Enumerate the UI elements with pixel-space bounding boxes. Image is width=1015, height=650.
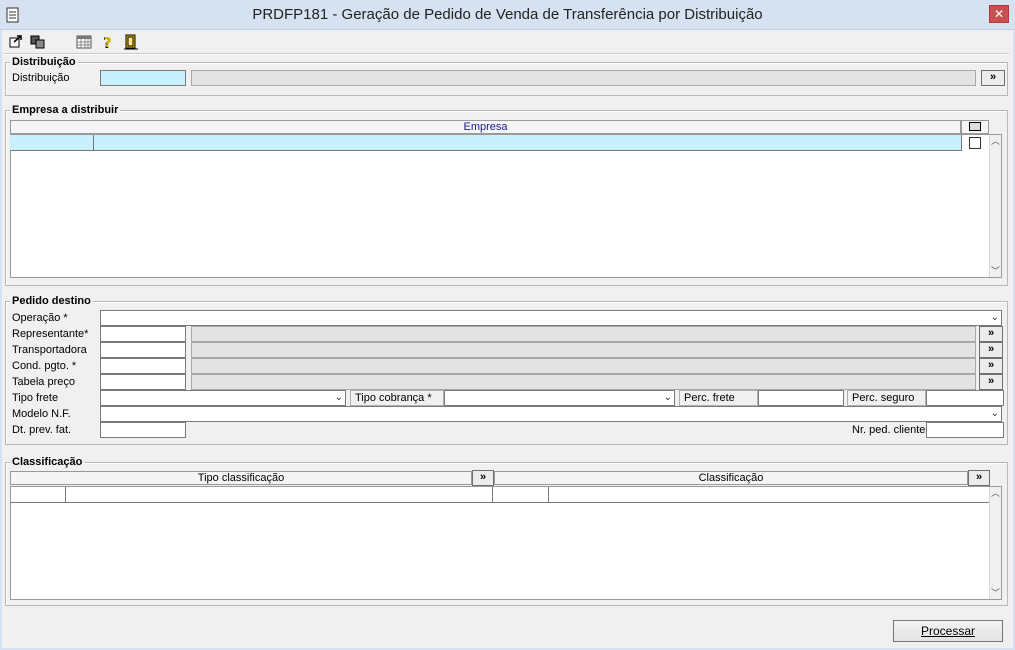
tabela-preco-description-field	[191, 374, 976, 390]
classificacao-desc-cell[interactable]	[549, 487, 990, 503]
help-icon[interactable]: ? ?	[100, 34, 116, 50]
copy-icon[interactable]	[30, 34, 46, 50]
tipo-frete-label: Tipo frete	[12, 392, 59, 404]
scroll-down-icon[interactable]: ﹀	[990, 587, 1001, 599]
distribuicao-code-input[interactable]	[100, 70, 186, 86]
perc-seguro-label: Perc. seguro	[847, 390, 926, 406]
classificacao-lookup-button[interactable]: »	[968, 470, 990, 486]
empresa-group-title: Empresa a distribuir	[10, 104, 121, 116]
cond-pgto-lookup-button[interactable]: »	[979, 358, 1003, 374]
chevron-down-icon[interactable]: ⌄	[991, 407, 999, 421]
close-button[interactable]: ✕	[989, 5, 1009, 23]
toolbar-separator	[4, 53, 1009, 55]
processar-button[interactable]: Processar	[893, 620, 1003, 642]
tipo-classificacao-lookup-button[interactable]: »	[472, 470, 494, 486]
transportadora-label: Transportadora	[12, 344, 87, 356]
processar-button-label: Processar	[920, 624, 976, 638]
chevron-down-icon[interactable]: ⌄	[991, 311, 999, 325]
classificacao-scrollbar[interactable]: ︿ ﹀	[989, 487, 1001, 599]
calendar-grid-icon[interactable]	[76, 34, 92, 50]
scroll-down-icon[interactable]: ﹀	[990, 265, 1001, 277]
classificacao-grid	[10, 486, 1002, 600]
modelo-nf-select[interactable]: ⌄	[100, 406, 1002, 422]
tipo-classificacao-column-header[interactable]: Tipo classificação	[10, 471, 472, 485]
empresa-grid	[10, 134, 1002, 278]
empresa-row-code-cell[interactable]	[10, 135, 94, 151]
tipo-frete-select[interactable]: ⌄	[100, 390, 346, 406]
perc-seguro-input[interactable]	[926, 390, 1004, 406]
tabela-preco-code-input[interactable]	[100, 374, 186, 390]
pedido-destino-group-title: Pedido destino	[10, 295, 93, 307]
transportadora-lookup-button[interactable]: »	[979, 342, 1003, 358]
select-all-checkbox[interactable]	[969, 122, 981, 131]
empresa-row-name-cell[interactable]	[94, 135, 962, 151]
tabela-preco-lookup-button[interactable]: »	[979, 374, 1003, 390]
empresa-scrollbar[interactable]: ︿ ﹀	[989, 135, 1001, 277]
cond-pgto-code-input[interactable]	[100, 358, 186, 374]
chevron-down-icon[interactable]: ⌄	[664, 391, 672, 405]
tabela-preco-label: Tabela preço	[12, 376, 75, 388]
empresa-column-header[interactable]: Empresa	[10, 120, 961, 134]
dt-prev-fat-label: Dt. prev. fat.	[12, 424, 72, 436]
distribuicao-label: Distribuição	[12, 72, 70, 84]
window-title: PRDFP181 - Geração de Pedido de Venda de…	[252, 6, 763, 23]
distribuicao-lookup-button[interactable]: »	[981, 70, 1005, 86]
operacao-label: Operação *	[12, 312, 68, 324]
representante-lookup-button[interactable]: »	[979, 326, 1003, 342]
tipo-classificacao-code-cell[interactable]	[10, 487, 66, 503]
modelo-nf-label: Modelo N.F.	[12, 408, 71, 420]
chevron-down-icon[interactable]: ⌄	[335, 391, 343, 405]
representante-description-field	[191, 326, 976, 342]
tipo-cobranca-label: Tipo cobrança *	[350, 390, 444, 406]
distribuicao-group-title: Distribuição	[10, 56, 78, 68]
empresa-row-checkbox[interactable]	[969, 137, 981, 149]
nr-ped-cliente-input[interactable]	[926, 422, 1004, 438]
scroll-up-icon[interactable]: ︿	[990, 487, 1001, 499]
tipo-cobranca-select[interactable]: ⌄	[444, 390, 675, 406]
classificacao-code-cell[interactable]	[493, 487, 549, 503]
exit-icon[interactable]	[8, 34, 24, 50]
cond-pgto-description-field	[191, 358, 976, 374]
scroll-up-icon[interactable]: ︿	[990, 135, 1001, 147]
perc-frete-label: Perc. frete	[679, 390, 758, 406]
tipo-classificacao-desc-cell[interactable]	[66, 487, 493, 503]
select-all-header[interactable]	[961, 120, 989, 134]
classificacao-group-title: Classificação	[10, 456, 85, 468]
transportadora-code-input[interactable]	[100, 342, 186, 358]
transportadora-description-field	[191, 342, 976, 358]
cond-pgto-label: Cond. pgto. *	[12, 360, 77, 372]
svg-text:?: ?	[104, 36, 112, 50]
representante-code-input[interactable]	[100, 326, 186, 342]
dt-prev-fat-input[interactable]	[100, 422, 186, 438]
distribuicao-description-field	[191, 70, 976, 86]
operacao-select[interactable]: ⌄	[100, 310, 1002, 326]
perc-frete-input[interactable]	[758, 390, 844, 406]
nr-ped-cliente-label: Nr. ped. cliente	[852, 424, 926, 436]
representante-label: Representante*	[12, 328, 89, 340]
door-exit-icon[interactable]	[123, 34, 139, 50]
classificacao-column-header[interactable]: Classificação	[494, 471, 968, 485]
